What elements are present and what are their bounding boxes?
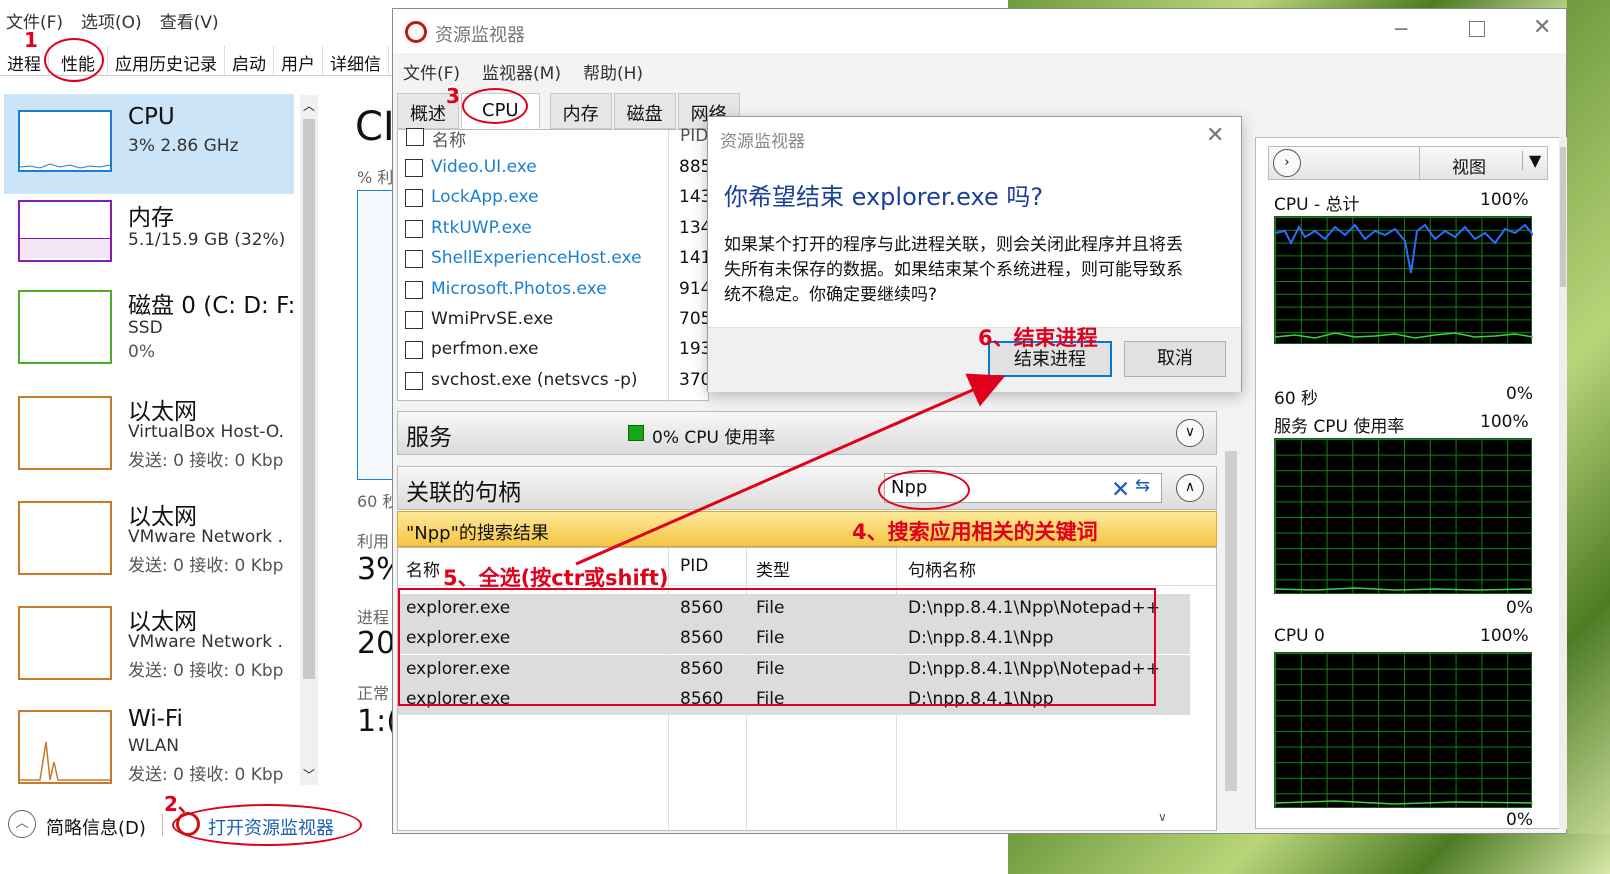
- annotation-arrow: [575, 373, 1006, 566]
